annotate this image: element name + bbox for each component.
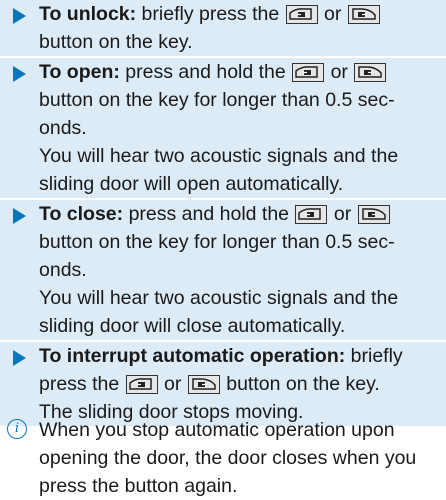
step-interrupt: To interrupt automatic operation: briefl… xyxy=(0,342,446,426)
step-text: briefly xyxy=(345,345,403,367)
sliding-door-right-key-icon xyxy=(347,5,380,24)
arrow-bullet-icon xyxy=(13,350,26,366)
step-heading: To close: xyxy=(39,203,124,225)
step-line: You will hear two acoustic signals and t… xyxy=(39,287,399,309)
arrow-bullet-icon xyxy=(13,66,26,82)
step-text: press and hold the xyxy=(119,61,292,83)
step-text: briefly press the xyxy=(136,3,285,25)
step-line: button on the key for longer than 0.5 se… xyxy=(39,89,395,111)
info-icon: i xyxy=(7,419,27,439)
sliding-door-left-key-icon xyxy=(295,205,328,224)
step-text: button on the key. xyxy=(220,373,380,395)
step-text: or xyxy=(325,61,354,83)
step-close: To close: press and hold the or button o… xyxy=(0,200,446,340)
step-line: You will hear two acoustic signals and t… xyxy=(39,145,399,167)
info-text: When you stop automatic operation upon o… xyxy=(0,416,446,500)
step-text: press the xyxy=(39,373,125,395)
step-line: sliding door will open automatically. xyxy=(39,173,344,195)
step-unlock: To unlock: briefly press the or button o… xyxy=(0,0,446,56)
sliding-door-right-key-icon xyxy=(354,63,387,82)
arrow-bullet-icon xyxy=(13,8,26,24)
step-line: button on the key for longer than 0.5 se… xyxy=(39,231,395,253)
step-heading: To unlock: xyxy=(39,3,137,25)
sliding-door-left-key-icon xyxy=(292,63,325,82)
step-heading: To open: xyxy=(39,61,120,83)
step-text: or xyxy=(318,3,347,25)
step-heading: To interrupt automatic operation: xyxy=(39,345,346,367)
step-line: To open: press and hold the or xyxy=(39,58,440,86)
step-open: To open: press and hold the or button on… xyxy=(0,58,446,198)
sliding-door-left-key-icon xyxy=(125,375,158,394)
instruction-steps: To unlock: briefly press the or button o… xyxy=(0,0,446,426)
step-line: To unlock: briefly press the or xyxy=(39,0,440,28)
step-line: sliding door will close automatically. xyxy=(39,315,346,337)
step-line: onds. xyxy=(39,117,87,139)
step-text: or xyxy=(158,373,187,395)
step-text: press and hold the xyxy=(123,203,295,225)
info-line: press the button again. xyxy=(39,475,238,497)
sliding-door-right-key-icon xyxy=(357,205,390,224)
step-line: To interrupt automatic operation: briefl… xyxy=(39,342,440,370)
arrow-bullet-icon xyxy=(13,208,26,224)
step-line: onds. xyxy=(39,259,87,281)
step-text: or xyxy=(328,203,357,225)
step-line: press the or button on the key. xyxy=(39,370,440,398)
info-line: opening the door, the door closes when y… xyxy=(39,447,417,469)
step-line: button on the key. xyxy=(39,31,193,53)
step-line: To close: press and hold the or xyxy=(39,200,440,228)
sliding-door-right-key-icon xyxy=(187,375,220,394)
sliding-door-left-key-icon xyxy=(285,5,318,24)
info-note: i When you stop automatic operation upon… xyxy=(0,416,446,500)
info-line: When you stop automatic operation upon xyxy=(39,419,395,441)
